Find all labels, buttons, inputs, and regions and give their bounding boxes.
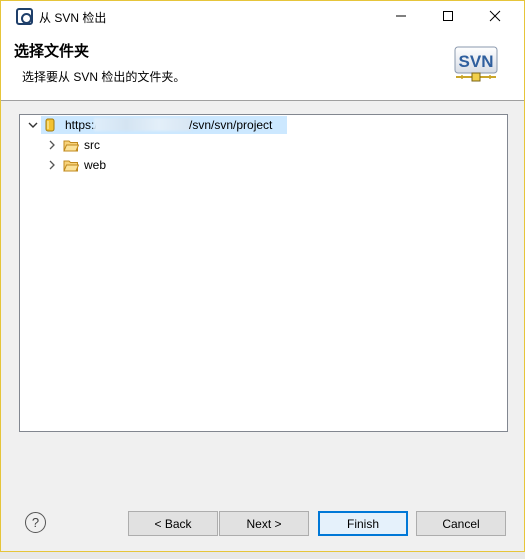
folder-icon xyxy=(63,140,79,152)
title-bar: 从 SVN 检出 xyxy=(1,1,524,31)
next-button[interactable]: Next > xyxy=(219,511,309,536)
page-description: 选择要从 SVN 检出的文件夹。 xyxy=(22,70,186,84)
minimize-button[interactable] xyxy=(378,1,424,31)
chevron-right-icon[interactable] xyxy=(46,159,58,171)
wizard-header: 选择文件夹 选择要从 SVN 检出的文件夹。 SVN xyxy=(1,31,524,101)
finish-button[interactable]: Finish xyxy=(318,511,408,536)
tree-item-root[interactable]: https:/ /svn/svn/project xyxy=(21,116,321,134)
chevron-right-icon[interactable] xyxy=(46,139,58,151)
minimize-icon xyxy=(396,15,406,17)
eclipse-app-icon xyxy=(16,8,33,25)
back-button[interactable]: < Back xyxy=(128,511,218,536)
window-title: 从 SVN 检出 xyxy=(39,11,107,25)
background-strip xyxy=(0,552,525,559)
cancel-button[interactable]: Cancel xyxy=(416,511,506,536)
help-button[interactable]: ? xyxy=(25,512,46,533)
redacted-host xyxy=(94,118,191,131)
tree-item-label: web xyxy=(84,158,107,172)
maximize-icon xyxy=(443,11,453,21)
chevron-down-icon[interactable] xyxy=(27,119,39,131)
svn-logo-icon: SVN xyxy=(454,46,498,82)
folder-tree[interactable]: https:/ /svn/svn/project src web xyxy=(19,114,508,432)
footer-divider xyxy=(1,494,524,495)
tree-item-label: src xyxy=(84,138,100,152)
repository-icon xyxy=(45,118,55,132)
folder-icon xyxy=(63,160,79,172)
close-button[interactable] xyxy=(472,1,518,31)
maximize-button[interactable] xyxy=(425,1,471,31)
page-title: 选择文件夹 xyxy=(14,43,90,60)
svn-logo-text: SVN xyxy=(459,52,494,71)
help-icon: ? xyxy=(31,515,40,530)
checkout-dialog: 从 SVN 检出 选择文件夹 选择要从 SVN 检出的文件夹。 SVN http… xyxy=(0,0,525,552)
root-url-prefix: https:/ xyxy=(65,118,98,132)
root-url-suffix: /svn/svn/project xyxy=(189,118,273,132)
close-icon xyxy=(489,10,501,22)
